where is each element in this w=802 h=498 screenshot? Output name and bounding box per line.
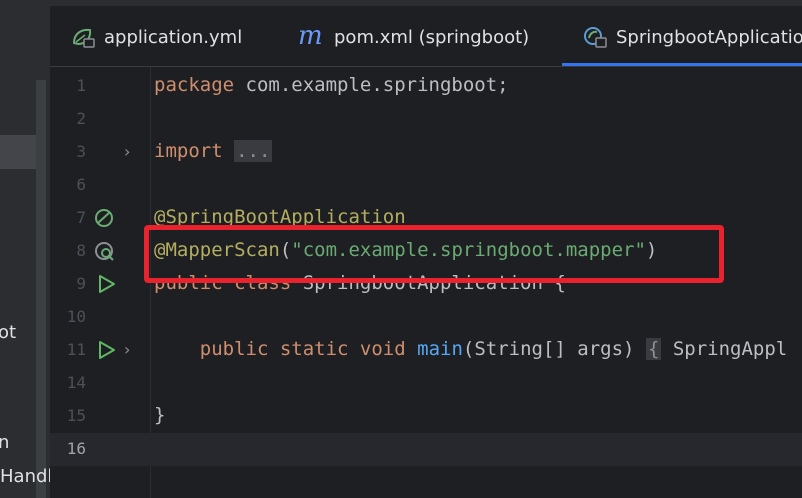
tab-label: application.yml — [104, 26, 243, 48]
code-line[interactable]: 14 — [50, 367, 802, 400]
line-number: 10 — [66, 307, 86, 326]
tab-application-yml[interactable]: application.yml — [70, 20, 242, 54]
line-number: 3 — [76, 142, 86, 161]
line-number: 6 — [76, 175, 86, 194]
editor-tab-bar: application.yml m pom.xml (springboot) S… — [50, 6, 802, 66]
code-text: import ... — [154, 140, 273, 162]
maven-icon: m — [298, 21, 323, 51]
bean-icon[interactable] — [94, 208, 118, 234]
line-number: 14 — [66, 373, 86, 392]
chevron-right-icon[interactable]: › — [124, 340, 130, 359]
tab-label: pom.xml (springboot) — [334, 26, 530, 48]
project-panel-scrollbar[interactable] — [36, 80, 46, 498]
tab-springboot-application[interactable]: SpringbootApplication — [582, 20, 802, 54]
tree-item-label[interactable]: ot — [0, 322, 16, 343]
code-line[interactable]: 11 › public static void main(String[] ar… — [50, 334, 802, 367]
code-line[interactable]: 3 › import ... — [50, 136, 802, 169]
code-line[interactable]: 1 package com.example.springboot; — [50, 70, 802, 103]
line-number: 2 — [76, 109, 86, 128]
run-icon[interactable] — [96, 274, 116, 298]
run-icon[interactable] — [96, 340, 116, 364]
code-text: } — [154, 404, 166, 426]
line-number: 9 — [76, 274, 86, 293]
tab-pom-xml[interactable]: m pom.xml (springboot) — [298, 20, 529, 54]
highlight-annotation-box — [144, 225, 724, 283]
folded-body: { — [645, 338, 662, 360]
tab-label: SpringbootApplication — [616, 26, 802, 48]
code-line[interactable]: 10 — [50, 301, 802, 334]
mapper-scan-icon[interactable] — [94, 241, 118, 267]
line-number: 7 — [76, 208, 86, 227]
tree-item-label[interactable]: n — [0, 432, 9, 453]
current-code-line[interactable]: 16 — [50, 433, 802, 466]
line-number: 15 — [66, 406, 86, 425]
folded-imports: ... — [234, 140, 273, 162]
selected-tree-item[interactable] — [0, 135, 36, 169]
line-number: 1 — [76, 76, 86, 95]
code-line[interactable]: 15 } — [50, 400, 802, 433]
tree-item-label[interactable]: Handl — [0, 466, 50, 487]
code-text: package com.example.springboot; — [154, 74, 509, 96]
line-number: 8 — [76, 241, 86, 260]
spring-config-icon — [70, 25, 98, 49]
code-text: public static void main(String[] args) {… — [199, 338, 788, 360]
project-tool-window[interactable]: ot n Handl — [0, 0, 50, 498]
chevron-right-icon[interactable]: › — [124, 142, 130, 161]
line-number: 11 — [66, 340, 86, 359]
code-line[interactable]: 2 — [50, 103, 802, 136]
project-panel-header — [0, 6, 50, 66]
code-line[interactable]: 6 — [50, 169, 802, 202]
line-number: 16 — [66, 439, 86, 458]
spring-boot-class-icon — [582, 25, 610, 49]
